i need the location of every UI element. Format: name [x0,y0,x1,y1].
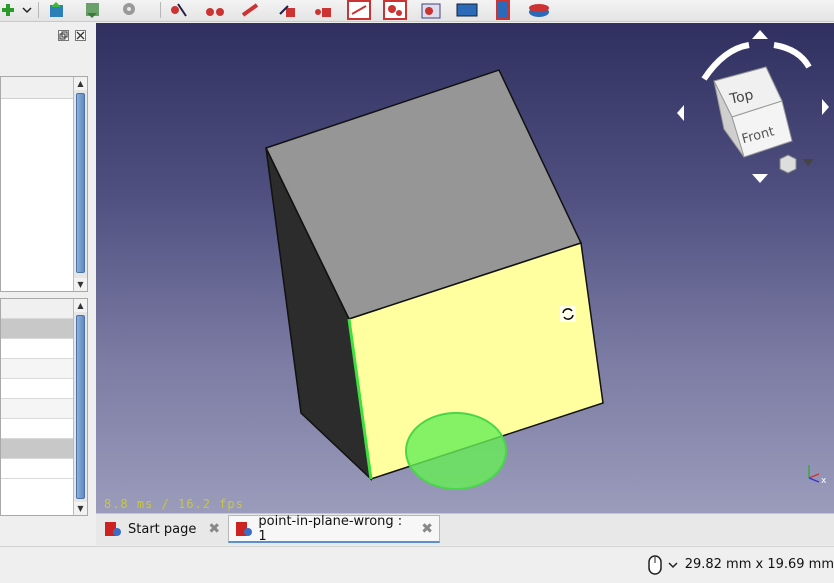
tree-scrollbar[interactable]: ▲ ▼ [73,77,87,291]
constraint-icon[interactable] [346,0,372,20]
chevron-down-icon [668,562,678,569]
close-tab-icon[interactable]: ✖ [208,521,220,537]
close-panel-button[interactable] [75,30,86,41]
axis-cross-icon: x [808,465,827,486]
scroll-thumb[interactable] [76,315,85,499]
nav-down-arrow-icon[interactable] [752,174,768,183]
freecad-icon [236,521,252,536]
combo-view-panel: ▲ ▼ ▲ ▼ [0,23,95,546]
scroll-down-icon[interactable]: ▼ [74,278,87,291]
float-panel-button[interactable] [58,30,69,41]
cylinder-icon[interactable] [490,0,516,20]
navigation-style-selector[interactable] [648,555,678,575]
document-tabbar: Start page ✖ point-in-plane-wrong : 1 ✖ [96,513,834,545]
lock-icon[interactable] [274,0,300,20]
fps-readout: 8.8 ms / 16.2 fps [104,497,244,511]
scroll-down-icon[interactable]: ▼ [74,502,87,515]
rotate-cursor-icon [560,306,576,322]
rotate-right-arrow-icon[interactable] [773,42,812,69]
freecad-icon [105,522,121,536]
tab-label: point-in-plane-wrong : 1 [258,513,403,544]
property-scrollbar[interactable]: ▲ ▼ [73,299,87,515]
nav-cube-body[interactable]: Top Front [713,66,793,158]
download-icon[interactable] [80,0,106,20]
dropdown-arrow-icon[interactable] [18,0,36,20]
nav-left-arrow-icon[interactable] [677,105,684,121]
close-tab-icon[interactable]: ✖ [421,521,433,537]
svg-text:x: x [821,476,827,486]
3d-viewport[interactable]: x Top Front 8.8 ms / 16.2 fps [96,23,834,513]
navigation-cube[interactable]: Top Front [674,29,834,189]
scroll-up-icon[interactable]: ▲ [74,77,87,90]
property-view[interactable]: ▲ ▼ [0,298,88,516]
measure-icon[interactable] [166,0,192,20]
mouse-icon [648,555,662,575]
gear-icon[interactable] [116,0,142,20]
view-menu-icon[interactable] [779,154,814,174]
tab-start-page[interactable]: Start page ✖ [98,515,226,543]
scroll-thumb[interactable] [76,93,85,273]
measure-icon-2[interactable] [202,0,228,20]
constraint-icon-2[interactable] [382,0,408,20]
tab-label: Start page [128,521,197,537]
box-icon[interactable] [454,0,480,20]
lock-icon-2[interactable] [310,0,336,20]
main-toolbar [0,0,834,22]
tab-point-in-plane-wrong[interactable]: point-in-plane-wrong : 1 ✖ [228,513,440,544]
selection-marker [405,412,507,490]
scroll-up-icon[interactable]: ▲ [74,299,87,312]
nav-right-arrow-icon[interactable] [822,99,829,115]
disk-icon[interactable] [526,0,552,20]
status-bar: 29.82 mm x 19.69 mm [0,546,834,583]
view-dimensions: 29.82 mm x 19.69 mm [684,557,834,572]
wrench-icon[interactable] [238,0,264,20]
nav-up-arrow-icon[interactable] [752,30,768,39]
constraint-icon-3[interactable] [418,0,444,20]
upload-icon[interactable] [44,0,70,20]
model-tree[interactable]: ▲ ▼ [0,76,88,292]
